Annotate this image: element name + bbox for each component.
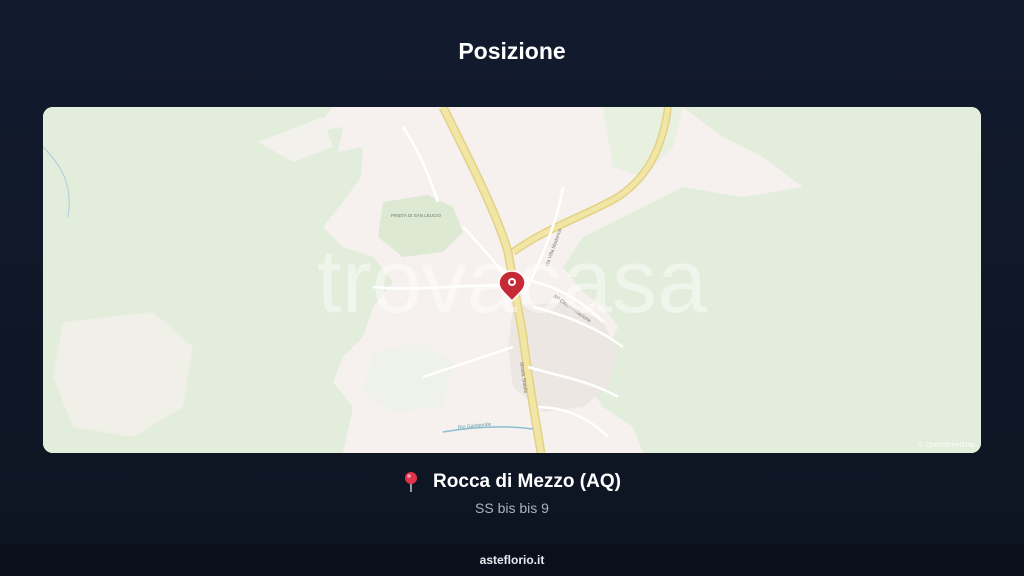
round-pushpin-icon	[403, 471, 419, 493]
location-row: Rocca di Mezzo (AQ)	[0, 471, 1024, 493]
location-city: Rocca di Mezzo (AQ)	[433, 471, 621, 492]
location-address: SS bis bis 9	[475, 500, 549, 516]
label-pineta: PINETA DI SAN LEUCIO	[391, 213, 441, 218]
footer-site-link[interactable]: asteflorio.it	[480, 553, 545, 567]
map-canvas[interactable]: PINETA DI SAN LEUCIO Via Villa Madonna S…	[43, 107, 981, 453]
map-attribution[interactable]: © OpenStreetMap	[918, 442, 975, 449]
page-title: Posizione	[458, 38, 566, 64]
footer-bar: asteflorio.it	[0, 544, 1024, 576]
location-map[interactable]: PINETA DI SAN LEUCIO Via Villa Madonna S…	[43, 107, 981, 453]
